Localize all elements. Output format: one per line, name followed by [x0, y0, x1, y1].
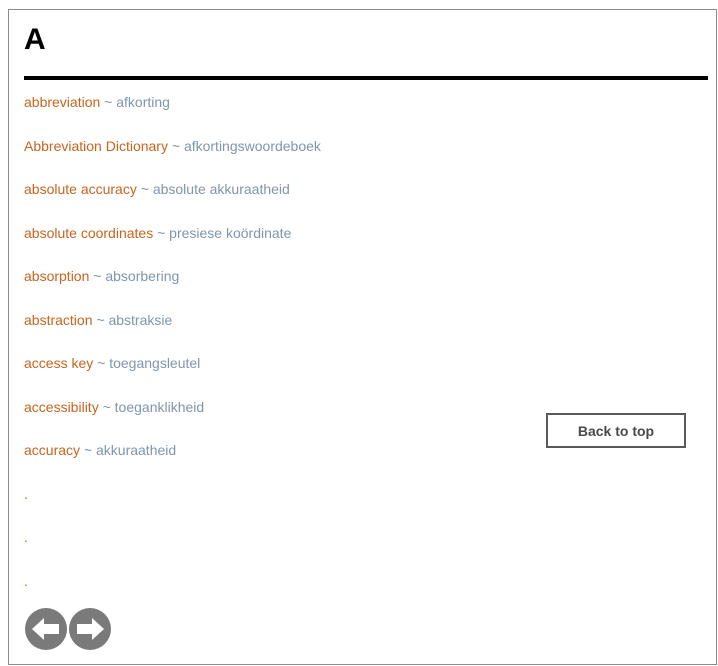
- separator: ~: [140, 181, 149, 197]
- translation: toeganklikheid: [114, 398, 205, 415]
- translation: abstraksie: [108, 311, 173, 328]
- section-letter-heading: A: [24, 23, 46, 56]
- list-item: absorption ~ absorbering: [24, 266, 321, 310]
- translation: absorbering: [105, 268, 180, 284]
- right-arrow-circle-icon[interactable]: [68, 607, 112, 651]
- term-link[interactable]: abbreviation: [24, 94, 100, 110]
- page-navigation: [24, 607, 112, 651]
- list-item: abstraction ~ abstraksie: [24, 310, 321, 354]
- translation: absolute akkuraatheid: [152, 181, 290, 197]
- ellipsis-dot: .: [24, 529, 28, 545]
- list-item: abbreviation ~ afkorting: [24, 92, 321, 136]
- term-link[interactable]: access key: [24, 355, 93, 371]
- separator: ~: [102, 398, 111, 415]
- heading-divider: [24, 76, 708, 80]
- separator: ~: [96, 311, 105, 328]
- list-item: access key ~ toegangsleutel: [24, 353, 321, 397]
- translation: toegangsleutel: [109, 355, 201, 371]
- translation: afkortingswoordeboek: [183, 137, 321, 154]
- term-link[interactable]: abstraction: [24, 312, 92, 328]
- translation: akkuraatheid: [96, 442, 177, 458]
- translation: presiese koördinate: [169, 224, 292, 241]
- separator: ~: [104, 94, 113, 110]
- left-arrow-circle-icon[interactable]: [24, 607, 68, 651]
- separator: ~: [157, 224, 166, 241]
- term-link[interactable]: Abbreviation Dictionary: [24, 138, 168, 154]
- list-item: accessibility ~ toeganklikheid: [24, 397, 321, 441]
- separator: ~: [83, 442, 93, 458]
- list-item: absolute coordinates ~ presiese koördina…: [24, 223, 321, 267]
- separator: ~: [171, 137, 181, 154]
- list-item: absolute accuracy ~ absolute akkuraathei…: [24, 179, 321, 223]
- list-item: accuracy ~ akkuraatheid: [24, 440, 321, 484]
- term-link[interactable]: absorption: [24, 268, 89, 284]
- term-link[interactable]: accessibility: [24, 399, 99, 415]
- term-link[interactable]: absolute coordinates: [24, 225, 153, 241]
- separator: ~: [97, 355, 106, 371]
- translation: afkorting: [116, 94, 170, 110]
- term-link[interactable]: accuracy: [24, 442, 80, 458]
- term-list: abbreviation ~ afkorting Abbreviation Di…: [24, 92, 321, 614]
- list-item: Abbreviation Dictionary ~ afkortingswoor…: [24, 136, 321, 180]
- term-link[interactable]: absolute accuracy: [24, 181, 137, 197]
- back-to-top-button[interactable]: Back to top: [546, 413, 686, 448]
- ellipsis-dot: .: [24, 485, 28, 502]
- separator: ~: [93, 268, 102, 284]
